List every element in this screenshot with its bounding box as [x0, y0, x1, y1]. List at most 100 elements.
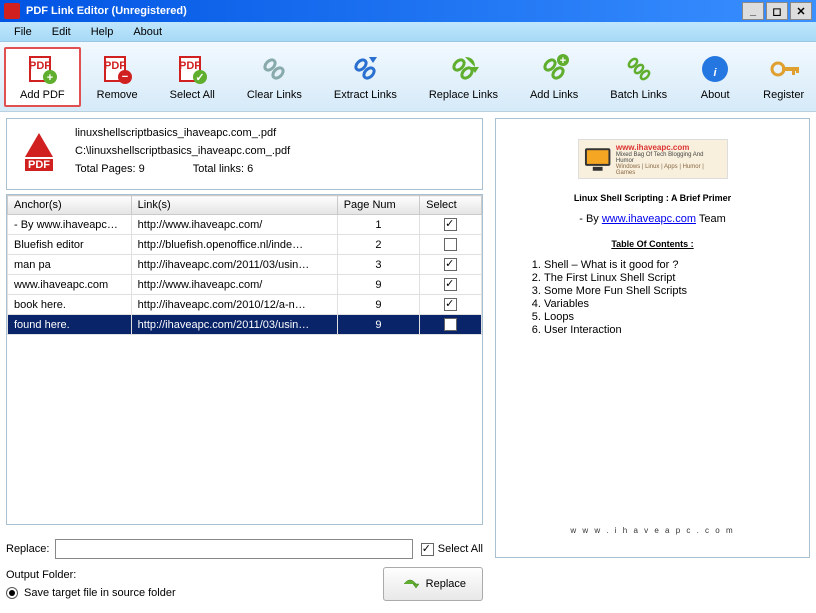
toolbar-replace-links[interactable]: Replace Links: [413, 47, 514, 107]
cell-select[interactable]: [420, 235, 482, 255]
svg-text:PDF: PDF: [179, 60, 201, 72]
select-all-label: Select All: [438, 543, 483, 555]
toolbar-label: Clear Links: [247, 89, 302, 101]
toolbar-select-all[interactable]: PDF✓Select All: [154, 47, 231, 107]
svg-text:+: +: [560, 55, 566, 67]
toolbar-batch-links[interactable]: Batch Links: [594, 47, 683, 107]
cell-link: http://www.ihaveapc.com/: [131, 215, 337, 235]
table-row[interactable]: book here.http://ihaveapc.com/2010/12/a-…: [8, 295, 482, 315]
cell-page: 1: [337, 215, 419, 235]
app-icon: [4, 3, 20, 19]
menu-file[interactable]: File: [4, 24, 42, 40]
cell-link: http://ihaveapc.com/2011/03/usin…: [131, 315, 337, 335]
pdf-remove-icon: PDF−: [101, 53, 133, 85]
header-anchor[interactable]: Anchor(s): [8, 196, 132, 215]
toolbar-register[interactable]: Register: [747, 47, 816, 107]
select-all-checkbox[interactable]: [421, 543, 434, 556]
window-title: PDF Link Editor (Unregistered): [26, 5, 740, 17]
toolbar-about[interactable]: i About: [683, 47, 747, 107]
preview-toc-list: Shell – What is it good for ?The First L…: [544, 259, 781, 336]
titlebar: PDF Link Editor (Unregistered) _ ◻ ✕: [0, 0, 816, 22]
toolbar: PDF+Add PDF PDF− Remove PDF✓Select All Clear…: [0, 42, 816, 112]
toolbar-label: Remove: [97, 89, 138, 101]
toolbar-add-links[interactable]: +Add Links: [514, 47, 594, 107]
menubar: File Edit Help About: [0, 22, 816, 42]
replace-button-label: Replace: [426, 578, 466, 590]
cell-select[interactable]: [420, 275, 482, 295]
link-extract-icon: [349, 53, 381, 85]
cell-anchor: www.ihaveapc.com: [8, 275, 132, 295]
toolbar-remove[interactable]: PDF− Remove: [81, 47, 154, 107]
cell-select[interactable]: [420, 255, 482, 275]
replace-button[interactable]: Replace: [383, 567, 483, 601]
toc-item: The First Linux Shell Script: [544, 272, 781, 284]
cell-anchor: book here.: [8, 295, 132, 315]
header-link[interactable]: Link(s): [131, 196, 337, 215]
row-checkbox[interactable]: [444, 258, 457, 271]
header-select[interactable]: Select: [420, 196, 482, 215]
cell-anchor: found here.: [8, 315, 132, 335]
replace-input[interactable]: [55, 539, 412, 559]
toolbar-add-pdf[interactable]: PDF+Add PDF: [4, 47, 81, 107]
svg-text:+: +: [47, 72, 53, 84]
toolbar-label: About: [701, 89, 730, 101]
total-links: Total links: 6: [193, 163, 254, 175]
minimize-button[interactable]: _: [742, 2, 764, 20]
cell-select[interactable]: [420, 315, 482, 335]
cell-anchor: - By www.ihaveapc…: [8, 215, 132, 235]
toolbar-label: Replace Links: [429, 89, 498, 101]
row-checkbox[interactable]: [444, 278, 457, 291]
cell-select[interactable]: [420, 295, 482, 315]
cell-page: 3: [337, 255, 419, 275]
row-checkbox[interactable]: [444, 318, 457, 331]
save-source-radio[interactable]: [6, 587, 18, 599]
pdf-select-icon: PDF✓: [176, 53, 208, 85]
table-row[interactable]: www.ihaveapc.comhttp://www.ihaveapc.com/…: [8, 275, 482, 295]
table-row[interactable]: man pahttp://ihaveapc.com/2011/03/usin…3: [8, 255, 482, 275]
toc-item: Loops: [544, 311, 781, 323]
row-checkbox[interactable]: [444, 218, 457, 231]
replace-arrow-icon: [400, 574, 420, 594]
preview-toc-heading: Table Of Contents :: [524, 239, 781, 249]
cell-page: 2: [337, 235, 419, 255]
toolbar-label: Extract Links: [334, 89, 397, 101]
file-path: C:\linuxshellscriptbasics_ihaveapc.com_.…: [75, 145, 474, 157]
cell-anchor: man pa: [8, 255, 132, 275]
header-page[interactable]: Page Num: [337, 196, 419, 215]
preview-title: Linux Shell Scripting : A Brief Primer: [524, 193, 781, 203]
link-replace-icon: [447, 53, 479, 85]
toolbar-clear-links[interactable]: Clear Links: [231, 47, 318, 107]
total-pages: Total Pages: 9: [75, 163, 145, 175]
cell-anchor: Bluefish editor: [8, 235, 132, 255]
table-row[interactable]: - By www.ihaveapc…http://www.ihaveapc.co…: [8, 215, 482, 235]
row-checkbox[interactable]: [444, 298, 457, 311]
table-row[interactable]: Bluefish editorhttp://bluefish.openoffic…: [8, 235, 482, 255]
table-row[interactable]: found here.http://ihaveapc.com/2011/03/u…: [8, 315, 482, 335]
link-batch-icon: [623, 53, 655, 85]
banner-sub2: Windows | Linux | Apps | Humor | Games: [616, 164, 723, 176]
menu-about[interactable]: About: [123, 24, 172, 40]
cell-link: http://ihaveapc.com/2010/12/a-n…: [131, 295, 337, 315]
pdf-file-icon: PDF: [15, 127, 63, 175]
svg-text:PDF: PDF: [29, 60, 51, 72]
banner-domain: www.ihaveapc.com: [616, 143, 723, 152]
maximize-button[interactable]: ◻: [766, 2, 788, 20]
toc-item: User Interaction: [544, 324, 781, 336]
row-checkbox[interactable]: [444, 238, 457, 251]
file-name: linuxshellscriptbasics_ihaveapc.com_.pdf: [75, 127, 474, 139]
menu-edit[interactable]: Edit: [42, 24, 81, 40]
toolbar-extract-links[interactable]: Extract Links: [318, 47, 413, 107]
svg-text:PDF: PDF: [28, 159, 50, 171]
file-info-panel: PDF linuxshellscriptbasics_ihaveapc.com_…: [6, 118, 483, 190]
toc-item: Shell – What is it good for ?: [544, 259, 781, 271]
close-button[interactable]: ✕: [790, 2, 812, 20]
cell-link: http://www.ihaveapc.com/: [131, 275, 337, 295]
menu-help[interactable]: Help: [81, 24, 124, 40]
cell-link: http://bluefish.openoffice.nl/inde…: [131, 235, 337, 255]
toc-item: Variables: [544, 298, 781, 310]
cell-select[interactable]: [420, 215, 482, 235]
info-icon: i: [699, 53, 731, 85]
toc-item: Some More Fun Shell Scripts: [544, 285, 781, 297]
link-add-icon: +: [538, 53, 570, 85]
cell-page: 9: [337, 295, 419, 315]
